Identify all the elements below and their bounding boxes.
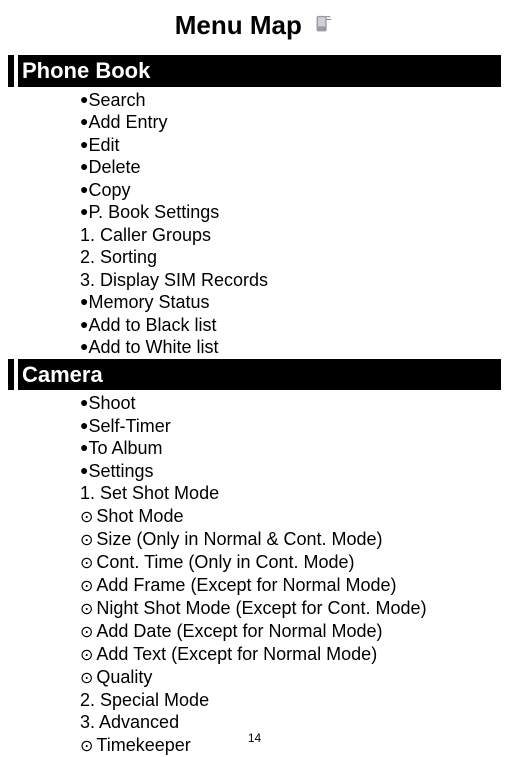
list-item: Size (Only in Normal & Cont. Mode) xyxy=(80,528,501,551)
page-number: 14 xyxy=(0,731,509,745)
list-item: 1. Set Shot Mode xyxy=(80,482,501,505)
list-item: Add to Black list xyxy=(80,314,501,337)
list-item: Memory Status xyxy=(80,291,501,314)
list-item: Delete xyxy=(80,156,501,179)
list-item: Cont. Time (Only in Cont. Mode) xyxy=(80,551,501,574)
phone-icon xyxy=(312,14,334,41)
phonebook-items: SearchAdd EntryEditDeleteCopyP. Book Set… xyxy=(8,87,501,359)
list-item: 2. Sorting xyxy=(80,246,501,269)
list-item: 3. Display SIM Records xyxy=(80,269,501,292)
list-item: 1. Caller Groups xyxy=(80,224,501,247)
list-item: Quality xyxy=(80,666,501,689)
list-item: P. Book Settings xyxy=(80,201,501,224)
list-item: Add Entry xyxy=(80,111,501,134)
camera-items: ShootSelf-TimerTo AlbumSettings1. Set Sh… xyxy=(8,390,501,757)
section-header-text: Camera xyxy=(22,362,103,387)
list-item: Edit xyxy=(80,134,501,157)
list-item: Settings xyxy=(80,460,501,483)
page-title: Menu Map xyxy=(175,10,302,41)
section-header-camera: Camera xyxy=(8,359,501,391)
list-item: Self-Timer xyxy=(80,415,501,438)
list-item: Shoot xyxy=(80,392,501,415)
list-item: Add to White list xyxy=(80,336,501,359)
section-camera: Camera ShootSelf-TimerTo AlbumSettings1.… xyxy=(8,359,501,757)
list-item: Night Shot Mode (Except for Cont. Mode) xyxy=(80,597,501,620)
section-phonebook: Phone Book SearchAdd EntryEditDeleteCopy… xyxy=(8,55,501,359)
list-item: 2. Special Mode xyxy=(80,689,501,712)
list-item: Add Frame (Except for Normal Mode) xyxy=(80,574,501,597)
list-item: Add Text (Except for Normal Mode) xyxy=(80,643,501,666)
list-item: Add Date (Except for Normal Mode) xyxy=(80,620,501,643)
section-header-phonebook: Phone Book xyxy=(8,55,501,87)
list-item: To Album xyxy=(80,437,501,460)
section-header-text: Phone Book xyxy=(22,58,150,83)
list-item: Shot Mode xyxy=(80,505,501,528)
title-row: Menu Map xyxy=(8,10,501,41)
list-item: Copy xyxy=(80,179,501,202)
list-item: Search xyxy=(80,89,501,112)
